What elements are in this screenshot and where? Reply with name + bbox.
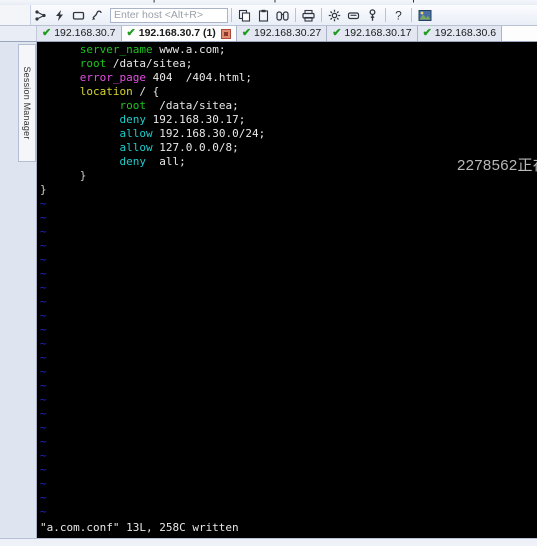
terminal-empty-line-marker: ~ — [40, 449, 47, 462]
terminal-line: server_name www.a.com; — [79, 43, 226, 56]
tab-label: 192.168.30.6 — [434, 27, 497, 40]
terminal-line: allow 127.0.0.0/8; — [119, 141, 239, 154]
connected-check-icon: ✔ — [126, 27, 136, 39]
terminal-empty-line-marker: ~ — [40, 225, 47, 238]
terminal-line: allow 192.168.30.0/24; — [119, 127, 266, 140]
reconnect-icon[interactable] — [89, 7, 106, 24]
window-icon[interactable] — [345, 7, 362, 24]
connect-in-tab-icon[interactable] — [70, 7, 87, 24]
print-icon[interactable] — [300, 7, 317, 24]
find-icon[interactable] — [274, 7, 291, 24]
terminal-empty-line-marker: ~ — [40, 365, 47, 378]
terminal-line: root /data/sitea; — [79, 57, 193, 70]
toolbar-separator-5 — [411, 8, 412, 22]
terminal-empty-line-marker: ~ — [40, 337, 47, 350]
connected-check-icon: ✔ — [332, 27, 342, 39]
terminal-empty-line-marker: ~ — [40, 309, 47, 322]
terminal-empty-line-marker: ~ — [40, 323, 47, 336]
toolbar-group-connect — [31, 5, 107, 25]
toolbar-separator-2 — [295, 8, 296, 22]
session-manager-label: Session Manager — [22, 66, 32, 140]
copy-icon[interactable] — [236, 7, 253, 24]
terminal-empty-line-marker: ~ — [40, 477, 47, 490]
menu-item-file[interactable]: File — [36, 0, 54, 3]
terminal-line: root /data/sitea; — [119, 99, 239, 112]
tab-strip: ✔ 192.168.30.7 ✔ 192.168.30.7 (1) ✔ 192.… — [0, 26, 537, 42]
toolbar-group-app — [415, 5, 434, 25]
terminal-empty-line-marker: ~ — [40, 253, 47, 266]
menu-item-edit[interactable]: Edit — [70, 0, 89, 3]
terminal-line: location / { — [79, 85, 160, 98]
terminal-empty-line-marker: ~ — [40, 421, 47, 434]
svg-text:?: ? — [395, 9, 402, 22]
tab-strip-gutter — [0, 26, 37, 41]
gear-icon[interactable] — [326, 7, 343, 24]
session-manager-rail: Session Manager — [0, 42, 37, 538]
session-manager-tab[interactable]: Session Manager — [18, 44, 36, 162]
toolbar-group-options — [325, 5, 382, 25]
quick-connect-icon[interactable] — [51, 7, 68, 24]
toolbar-left-gutter — [0, 5, 31, 25]
menu-item-script[interactable]: Script — [255, 0, 283, 3]
toolbar-separator-1 — [231, 8, 232, 22]
terminal-pane[interactable]: server_name www.a.com; root /data/sitea;… — [37, 42, 537, 538]
menu-item-window[interactable]: Window — [341, 0, 380, 3]
status-bar — [0, 538, 537, 546]
tab-label: 192.168.30.7 — [54, 27, 116, 40]
toolbar-separator-3 — [321, 8, 322, 22]
tab-192-168-30-7-1[interactable]: ✔ 192.168.30.7 (1) — [121, 26, 237, 41]
tab-192-168-30-7[interactable]: ✔ 192.168.30.7 — [37, 26, 122, 41]
tab-label: 192.168.30.27 — [254, 27, 322, 40]
terminal-line: error_page 404 /404.html; — [79, 71, 252, 84]
tab-label: 192.168.30.17 — [344, 27, 412, 40]
tab-strip-filler — [502, 26, 537, 41]
tab-192-168-30-27[interactable]: ✔ 192.168.30.27 — [236, 26, 328, 41]
terminal-footer: "a.com.conf" 13L, 258C written [root@cen… — [40, 493, 239, 538]
menu-item-help[interactable]: Help — [396, 0, 419, 3]
terminal-empty-line-marker: ~ — [40, 393, 47, 406]
menu-item-view[interactable]: View — [105, 0, 129, 3]
toolbar-group-help: ? — [389, 5, 408, 25]
terminal-line: } — [40, 183, 47, 196]
tab-label: 192.168.30.7 (1) — [138, 27, 216, 40]
help-icon[interactable]: ? — [390, 7, 407, 24]
toolbar: ? — [0, 5, 537, 26]
terminal-empty-line-marker: ~ — [40, 435, 47, 448]
terminal-empty-line-marker: ~ — [40, 463, 47, 476]
terminal-empty-line-marker: ~ — [40, 211, 47, 224]
securecrt-window: File Edit View Options Transfer Script T… — [0, 0, 537, 546]
terminal-empty-line-marker: ~ — [40, 295, 47, 308]
toolbar-group-edit — [235, 5, 292, 25]
vim-status-line: "a.com.conf" 13L, 258C written — [40, 521, 239, 534]
terminal-empty-line-marker: ~ — [40, 351, 47, 364]
paste-icon[interactable] — [255, 7, 272, 24]
menu-items: File Edit View Options Transfer Script T… — [36, 0, 418, 3]
menu-item-tools[interactable]: Tools — [299, 0, 325, 3]
tab-192-168-30-17[interactable]: ✔ 192.168.30.17 — [327, 26, 418, 41]
terminal-empty-line-marker: ~ — [40, 197, 47, 210]
terminal-text: server_name www.a.com; root /data/sitea;… — [40, 43, 537, 519]
host-input[interactable] — [110, 7, 228, 23]
close-icon[interactable] — [220, 28, 231, 39]
connected-check-icon: ✔ — [241, 27, 252, 39]
menu-item-options[interactable]: Options — [144, 0, 182, 3]
terminal-empty-line-marker: ~ — [40, 407, 47, 420]
terminal-empty-line-marker: ~ — [40, 281, 47, 294]
viewer-count-watermark: 2278562正在观看 — [457, 157, 537, 174]
about-icon[interactable] — [416, 7, 433, 24]
tab-192-168-30-6[interactable]: ✔ 192.168.30.6 — [417, 26, 503, 41]
toolbar-separator-4 — [385, 8, 386, 22]
key-icon[interactable] — [364, 7, 381, 24]
terminal-empty-line-marker: ~ — [40, 239, 47, 252]
connected-check-icon: ✔ — [422, 27, 432, 39]
terminal-empty-line-marker: ~ — [40, 379, 47, 392]
connected-check-icon: ✔ — [42, 27, 52, 39]
connect-icon[interactable] — [32, 7, 49, 24]
terminal-empty-line-marker: ~ — [40, 267, 47, 280]
menu-item-transfer[interactable]: Transfer — [198, 0, 239, 3]
terminal-line: deny 192.168.30.17; — [119, 113, 246, 126]
toolbar-group-print — [299, 5, 318, 25]
